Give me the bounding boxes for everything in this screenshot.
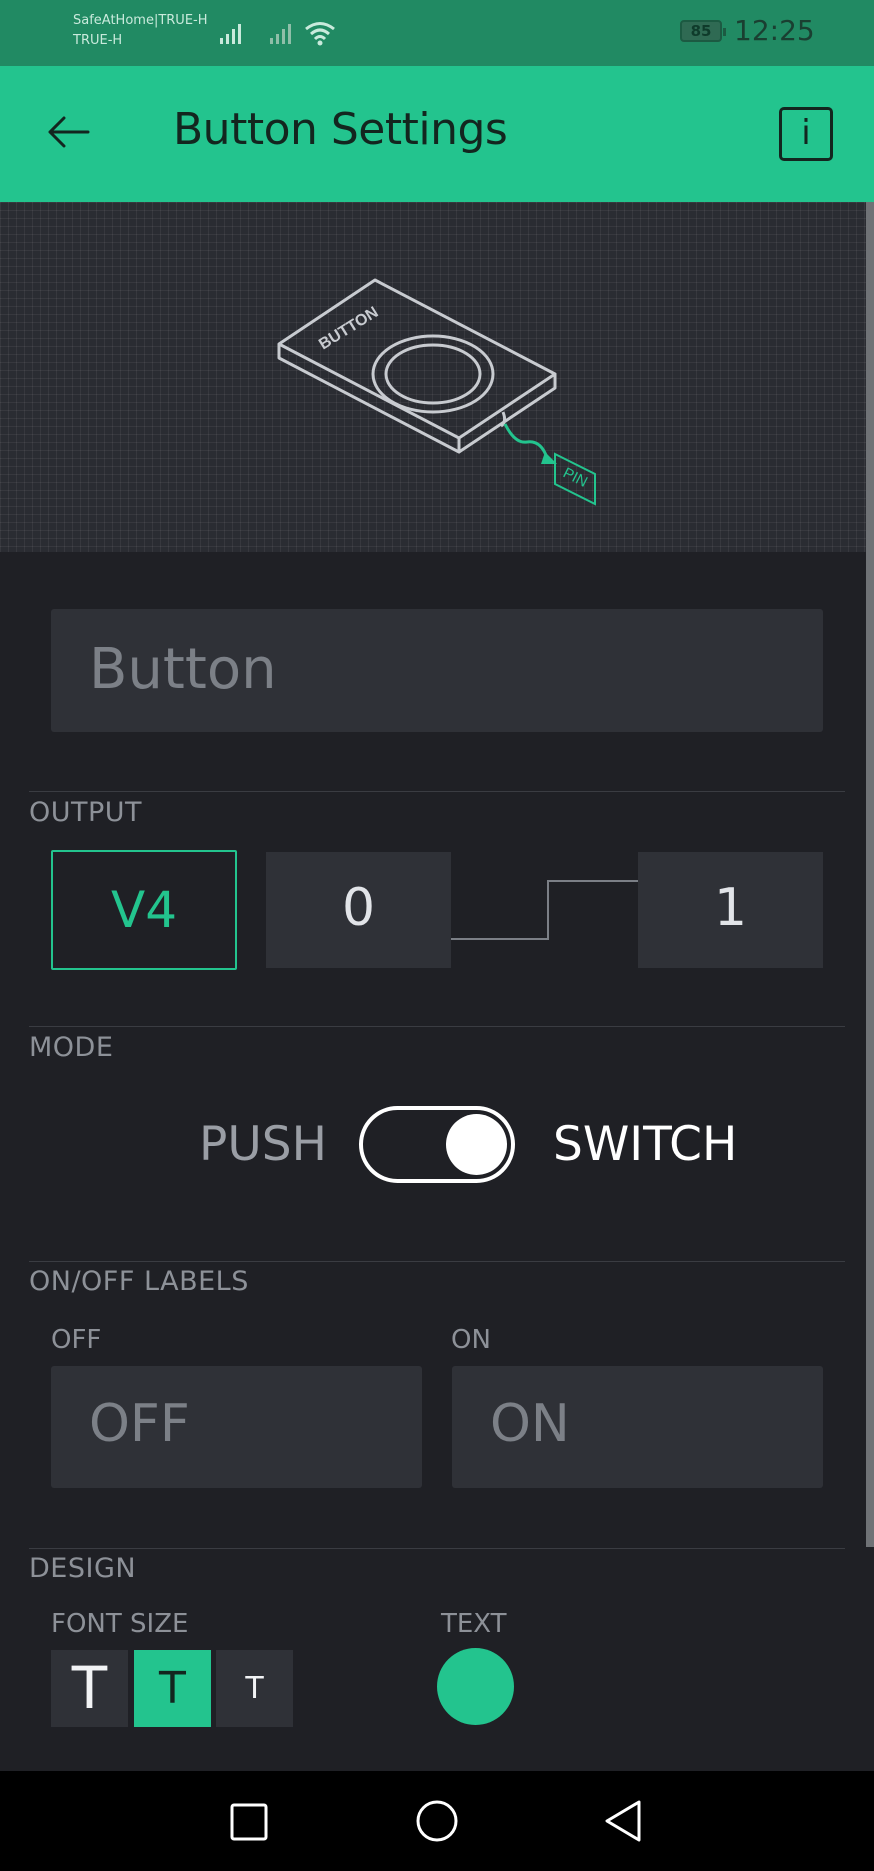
arrow-left-icon [48, 116, 90, 148]
font-size-label: FONT SIZE [51, 1609, 189, 1639]
back-button[interactable] [40, 102, 100, 162]
section-divider [29, 1026, 845, 1027]
wifi-icon [305, 22, 335, 46]
mode-push-label[interactable]: PUSH [199, 1117, 327, 1172]
font-size-medium-button[interactable]: T [134, 1650, 211, 1727]
widget-name-input[interactable]: Button [51, 609, 823, 732]
home-icon[interactable] [413, 1797, 461, 1845]
battery-indicator: 85 [680, 20, 726, 42]
on-label-title: ON [451, 1325, 491, 1355]
design-section-label: DESIGN [29, 1553, 137, 1584]
mode-switch-label[interactable]: SWITCH [553, 1117, 737, 1172]
info-button[interactable]: i [779, 107, 833, 161]
clock: 12:25 [734, 14, 815, 47]
high-value-input[interactable]: 1 [638, 852, 823, 968]
on-label-input[interactable]: ON [452, 1366, 823, 1488]
system-nav-bar [0, 1771, 874, 1871]
off-label-placeholder: OFF [89, 1394, 190, 1454]
signal-icon-secondary [270, 24, 291, 44]
toggle-knob [446, 1114, 507, 1175]
section-divider [29, 791, 845, 792]
widget-illustration: BUTTON PIN [0, 202, 866, 552]
low-value-input[interactable]: 0 [266, 852, 451, 968]
button-device-icon: BUTTON PIN [277, 278, 596, 506]
section-divider [29, 1261, 845, 1262]
carrier-name: SafeAtHome|TRUE-H [73, 13, 208, 28]
widget-name-placeholder: Button [89, 637, 277, 702]
pin-select-button[interactable]: V4 [51, 850, 237, 970]
status-bar: SafeAtHome|TRUE-H TRUE-H 85 12:25 [0, 0, 874, 66]
labels-section-label: ON/OFF LABELS [29, 1266, 249, 1297]
page-title: Button Settings [173, 104, 508, 155]
recent-apps-icon[interactable] [226, 1799, 272, 1845]
scrollbar[interactable] [866, 202, 874, 1547]
text-color-picker[interactable] [437, 1648, 514, 1725]
mode-toggle[interactable] [359, 1106, 515, 1183]
font-size-large-button[interactable]: T [51, 1650, 128, 1727]
app-bar: Button Settings i [0, 66, 874, 202]
signal-icon [220, 24, 241, 44]
font-size-small-button[interactable]: T [216, 1650, 293, 1727]
off-label-input[interactable]: OFF [51, 1366, 422, 1488]
section-divider [29, 1548, 845, 1549]
off-label-title: OFF [51, 1325, 102, 1355]
mode-section-label: MODE [29, 1032, 114, 1063]
carrier-name-secondary: TRUE-H [73, 33, 123, 48]
on-label-placeholder: ON [490, 1394, 570, 1454]
output-section-label: OUTPUT [29, 797, 143, 828]
back-nav-icon[interactable] [599, 1797, 645, 1845]
text-color-label: TEXT [441, 1609, 507, 1639]
signal-wave-icon [451, 880, 638, 940]
